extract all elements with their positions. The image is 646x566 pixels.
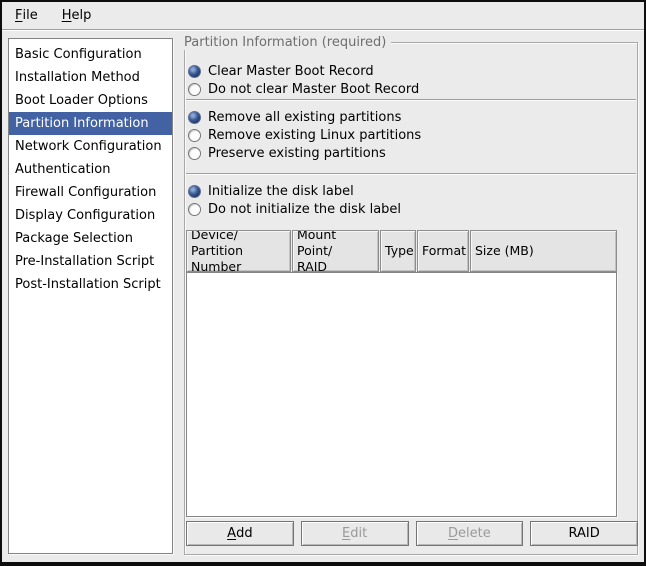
partition-button-row: Add Edit DeleteRAID [186, 521, 638, 546]
radio-label: Remove existing Linux partitions [208, 128, 421, 143]
partition-table-header: Device/ Partition NumberMount Point/ RAI… [186, 230, 617, 272]
radio-label: Do not clear Master Boot Record [208, 82, 419, 97]
sidebar-item-network-configuration[interactable]: Network Configuration [9, 135, 172, 158]
sidebar-item-boot-loader-options[interactable]: Boot Loader Options [9, 89, 172, 112]
sidebar-category-list[interactable]: Basic ConfigurationInstallation MethodBo… [8, 38, 173, 554]
sidebar-item-pre-installation-script[interactable]: Pre-Installation Script [9, 250, 172, 273]
radio-selected-icon[interactable] [188, 65, 201, 78]
radio-label: Initialize the disk label [208, 184, 354, 199]
radio-option-preserve-existing-partitions[interactable]: Preserve existing partitions [186, 144, 626, 162]
separator [186, 173, 636, 175]
sidebar-item-post-installation-script[interactable]: Post-Installation Script [9, 273, 172, 296]
delete-button: Delete [416, 521, 524, 546]
radio-label: Preserve existing partitions [208, 146, 386, 161]
partition-table-body[interactable] [186, 272, 617, 517]
radio-label: Remove all existing partitions [208, 110, 401, 125]
radio-option-do-not-clear-master-boot-record[interactable]: Do not clear Master Boot Record [186, 80, 626, 98]
sidebar-item-package-selection[interactable]: Package Selection [9, 227, 172, 250]
separator [186, 99, 636, 101]
radio-group-master-boot-record: Clear Master Boot Record Do not clear Mas… [186, 62, 626, 98]
window-body: FileHelp Basic ConfigurationInstallation… [2, 2, 644, 562]
menu-bar: FileHelp [2, 2, 644, 30]
frame-title: Partition Information (required) [184, 35, 391, 50]
edit-button: Edit [301, 521, 409, 546]
radio-group-existing-partitions: Remove all existing partitions Remove exi… [186, 108, 626, 162]
radio-unselected-icon[interactable] [188, 129, 201, 142]
raid-button[interactable]: RAID [530, 521, 638, 546]
menu-item-help[interactable]: Help [50, 2, 104, 29]
radio-selected-icon[interactable] [188, 111, 201, 124]
column-header-size-mb-[interactable]: Size (MB) [470, 230, 617, 272]
radio-unselected-icon[interactable] [188, 203, 201, 216]
sidebar-item-installation-method[interactable]: Installation Method [9, 66, 172, 89]
column-header-type[interactable]: Type [380, 230, 416, 272]
radio-selected-icon[interactable] [188, 185, 201, 198]
radio-unselected-icon[interactable] [188, 83, 201, 96]
add-button[interactable]: Add [186, 521, 294, 546]
radio-label: Clear Master Boot Record [208, 64, 374, 79]
radio-option-do-not-initialize-the-disk-label[interactable]: Do not initialize the disk label [186, 200, 626, 218]
radio-option-initialize-the-disk-label[interactable]: Initialize the disk label [186, 182, 626, 200]
column-header-device-[interactable]: Device/ Partition Number [186, 230, 291, 272]
radio-label: Do not initialize the disk label [208, 202, 401, 217]
sidebar-item-partition-information[interactable]: Partition Information [9, 112, 172, 135]
column-header-format[interactable]: Format [417, 230, 469, 272]
menu-item-file[interactable]: File [3, 2, 50, 29]
radio-unselected-icon[interactable] [188, 147, 201, 160]
radio-option-remove-existing-linux-partitions[interactable]: Remove existing Linux partitions [186, 126, 626, 144]
kickstart-configurator-window: FileHelp Basic ConfigurationInstallation… [0, 0, 646, 566]
sidebar-item-basic-configuration[interactable]: Basic Configuration [9, 43, 172, 66]
radio-option-remove-all-existing-partitions[interactable]: Remove all existing partitions [186, 108, 626, 126]
sidebar-item-authentication[interactable]: Authentication [9, 158, 172, 181]
radio-group-disk-label: Initialize the disk label Do not initiali… [186, 182, 626, 218]
column-header-mount-point-[interactable]: Mount Point/ RAID [292, 230, 379, 272]
radio-option-clear-master-boot-record[interactable]: Clear Master Boot Record [186, 62, 626, 80]
sidebar-item-firewall-configuration[interactable]: Firewall Configuration [9, 181, 172, 204]
sidebar-item-display-configuration[interactable]: Display Configuration [9, 204, 172, 227]
